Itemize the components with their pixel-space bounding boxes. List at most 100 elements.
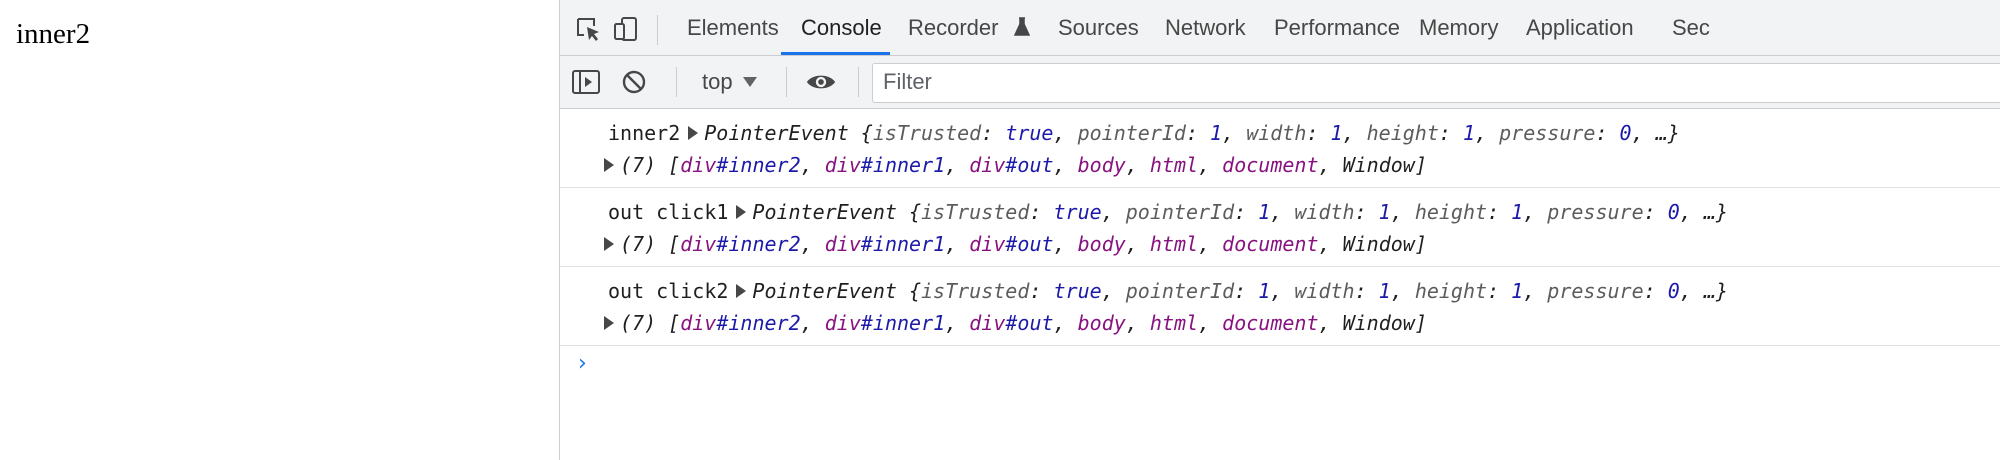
path-node-tag[interactable]: div bbox=[825, 311, 861, 335]
prop-colon: : bbox=[1029, 200, 1054, 224]
filter-input[interactable] bbox=[873, 64, 1483, 100]
path-node-id[interactable]: #inner1 bbox=[861, 232, 945, 256]
page-viewport: inner2 bbox=[0, 0, 559, 460]
path-node-tag[interactable]: body bbox=[1078, 232, 1126, 256]
path-node-id[interactable]: #inner2 bbox=[716, 232, 800, 256]
expand-triangle-icon[interactable] bbox=[604, 158, 614, 172]
prop-value: 1 bbox=[1210, 121, 1223, 145]
path-node-tag[interactable]: html bbox=[1150, 232, 1198, 256]
prop-separator: , bbox=[1390, 200, 1415, 224]
array-length[interactable]: (7) bbox=[620, 153, 656, 177]
live-expression-eye-icon[interactable] bbox=[805, 66, 837, 98]
path-node-id[interactable]: #inner1 bbox=[861, 311, 945, 335]
bracket-close: ] bbox=[1414, 232, 1427, 256]
toolbar-divider bbox=[676, 67, 677, 97]
brace-open: { bbox=[908, 200, 922, 224]
path-node-tag[interactable]: div bbox=[825, 153, 861, 177]
prop-separator: , bbox=[1222, 121, 1247, 145]
path-node-id[interactable]: #out bbox=[1005, 153, 1053, 177]
expand-triangle-icon[interactable] bbox=[688, 126, 699, 140]
prop-key: height bbox=[1414, 200, 1488, 224]
tab-elements[interactable]: Elements bbox=[687, 3, 779, 55]
tab-security[interactable]: Sec bbox=[1672, 3, 1710, 55]
path-node-tag[interactable]: html bbox=[1150, 311, 1198, 335]
active-tab-indicator bbox=[781, 52, 890, 55]
prop-separator: , bbox=[1523, 200, 1548, 224]
prop-separator: , bbox=[1631, 121, 1656, 145]
path-node-tag[interactable]: div bbox=[680, 232, 716, 256]
sidebar-toggle-icon[interactable] bbox=[570, 66, 602, 98]
path-node-tag[interactable]: Window bbox=[1343, 153, 1415, 177]
ellipsis: …} bbox=[1655, 121, 1680, 145]
console-message: out click1 PointerEvent {isTrusted: true,… bbox=[560, 188, 2000, 267]
prop-colon: : bbox=[1595, 121, 1620, 145]
path-node-tag[interactable]: div bbox=[680, 153, 716, 177]
event-path-line: (7) [div#inner2, div#inner1, div#out, bo… bbox=[560, 307, 2000, 339]
event-type[interactable]: PointerEvent bbox=[704, 121, 849, 145]
path-node-tag[interactable]: div bbox=[825, 232, 861, 256]
event-type[interactable]: PointerEvent bbox=[752, 279, 897, 303]
prop-colon: : bbox=[1354, 279, 1379, 303]
prop-key: pressure bbox=[1547, 279, 1644, 303]
device-toolbar-icon[interactable] bbox=[610, 13, 642, 45]
prop-value: 1 bbox=[1511, 200, 1524, 224]
prop-colon: : bbox=[1643, 200, 1668, 224]
path-node-id[interactable]: #out bbox=[1005, 232, 1053, 256]
path-node-tag[interactable]: Window bbox=[1343, 311, 1415, 335]
path-separator: , bbox=[800, 311, 825, 335]
tab-recorder[interactable]: Recorder bbox=[908, 3, 1031, 55]
tab-performance[interactable]: Performance bbox=[1274, 3, 1400, 55]
path-node-id[interactable]: #inner2 bbox=[716, 153, 800, 177]
path-separator: , bbox=[1125, 311, 1150, 335]
path-node-tag[interactable]: document bbox=[1222, 153, 1318, 177]
toolbar-divider bbox=[858, 67, 859, 97]
path-node-tag[interactable]: body bbox=[1078, 153, 1126, 177]
prop-value: 1 bbox=[1258, 279, 1271, 303]
expand-triangle-icon[interactable] bbox=[604, 237, 614, 251]
prop-colon: : bbox=[1234, 279, 1259, 303]
array-length[interactable]: (7) bbox=[620, 232, 656, 256]
expand-triangle-icon[interactable] bbox=[736, 205, 747, 219]
path-node-tag[interactable]: html bbox=[1150, 153, 1198, 177]
tab-sources[interactable]: Sources bbox=[1058, 3, 1139, 55]
console-prompt-icon: › bbox=[578, 351, 587, 376]
prop-value: 1 bbox=[1462, 121, 1476, 145]
tab-network[interactable]: Network bbox=[1165, 3, 1246, 55]
tab-console[interactable]: Console bbox=[801, 3, 882, 55]
path-node-tag[interactable]: document bbox=[1222, 311, 1318, 335]
console-prompt-row[interactable]: › bbox=[560, 346, 2000, 386]
path-node-tag[interactable]: Window bbox=[1343, 232, 1415, 256]
path-node-id[interactable]: #inner2 bbox=[716, 311, 800, 335]
expand-triangle-icon[interactable] bbox=[736, 284, 747, 298]
context-selector[interactable]: top bbox=[702, 56, 757, 108]
devtools-panel: Elements Console Recorder Sources Networ… bbox=[559, 0, 2000, 460]
path-node-tag[interactable]: div bbox=[969, 232, 1005, 256]
path-node-id[interactable]: #out bbox=[1005, 311, 1053, 335]
prop-colon: : bbox=[1438, 121, 1463, 145]
event-type[interactable]: PointerEvent bbox=[752, 200, 897, 224]
path-separator: , bbox=[1318, 153, 1343, 177]
path-node-tag[interactable]: div bbox=[680, 311, 716, 335]
prop-key: isTrusted bbox=[872, 121, 982, 145]
console-message: inner2 PointerEvent {isTrusted: true, poi… bbox=[560, 109, 2000, 188]
page-content-text[interactable]: inner2 bbox=[16, 18, 90, 51]
filter-box bbox=[872, 63, 2000, 103]
array-length[interactable]: (7) bbox=[620, 311, 656, 335]
tabbar-divider bbox=[657, 15, 658, 45]
path-node-id[interactable]: #inner1 bbox=[861, 153, 945, 177]
tab-application[interactable]: Application bbox=[1526, 3, 1634, 55]
bracket-open: [ bbox=[668, 311, 681, 335]
path-node-tag[interactable]: div bbox=[969, 153, 1005, 177]
log-label: out click2 bbox=[608, 279, 729, 303]
prop-separator: , bbox=[1679, 200, 1704, 224]
inspect-element-icon[interactable] bbox=[572, 13, 604, 45]
path-node-tag[interactable]: document bbox=[1222, 232, 1318, 256]
path-node-tag[interactable]: body bbox=[1078, 311, 1126, 335]
tab-memory[interactable]: Memory bbox=[1419, 3, 1498, 55]
path-separator: , bbox=[1198, 311, 1223, 335]
path-node-tag[interactable]: div bbox=[969, 311, 1005, 335]
clear-console-icon[interactable] bbox=[618, 66, 650, 98]
expand-triangle-icon[interactable] bbox=[604, 316, 614, 330]
prop-key: width bbox=[1246, 121, 1307, 145]
bracket-open: [ bbox=[668, 232, 681, 256]
